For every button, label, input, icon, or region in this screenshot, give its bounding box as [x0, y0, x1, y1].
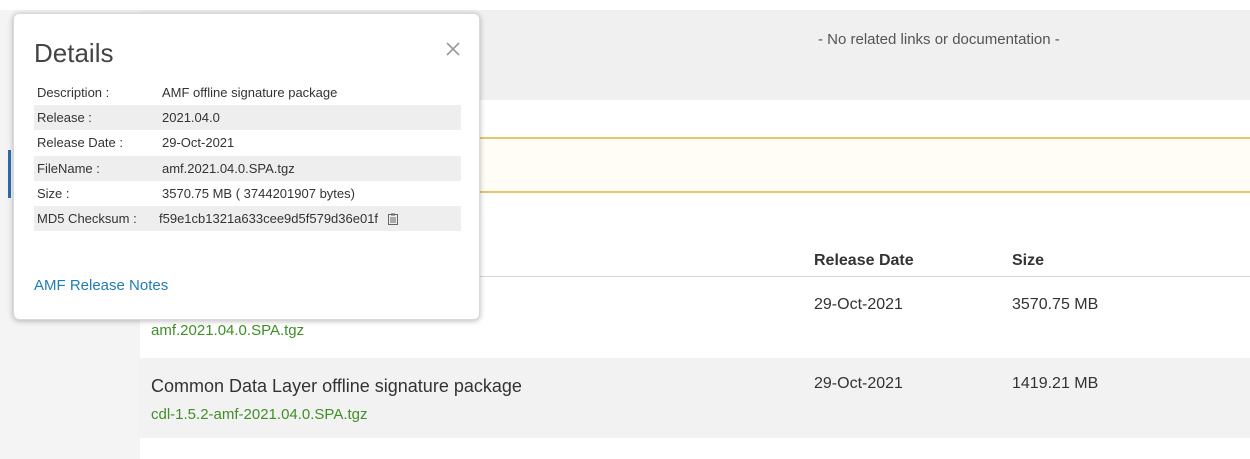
release-date-cell: 29-Oct-2021	[814, 296, 903, 313]
file-description: Common Data Layer offline signature pack…	[151, 376, 522, 396]
details-label: Release :	[34, 105, 159, 131]
file-name-link[interactable]: cdl-1.5.2-amf-2021.04.0.SPA.tgz	[151, 406, 368, 423]
details-value: 2021.04.0	[159, 105, 461, 131]
details-row-md5: MD5 Checksum : f59e1cb1321a633cee9d5f579…	[34, 205, 461, 232]
details-value: 3570.75 MB ( 3744201907 bytes)	[162, 185, 355, 201]
details-label: Release Date :	[37, 135, 123, 151]
details-value: AMF offline signature package	[162, 85, 338, 101]
column-header-size[interactable]: Size	[1012, 252, 1044, 270]
details-label: Description :	[37, 85, 110, 101]
details-label: FileName :	[34, 155, 159, 181]
table-row: Common Data Layer offline signature pack…	[137, 358, 1250, 438]
details-label: MD5 Checksum :	[34, 205, 159, 232]
close-icon[interactable]	[445, 38, 461, 62]
sidebar-active-indicator	[8, 150, 11, 198]
details-row-release: Release : 2021.04.0	[34, 105, 461, 131]
clipboard-icon[interactable]	[387, 213, 398, 226]
details-title: Details	[34, 38, 114, 68]
size-cell: 1419.21 MB	[1012, 375, 1099, 392]
details-value: amf.2021.04.0.SPA.tgz	[159, 155, 461, 181]
details-value: f59e1cb1321a633cee9d5f579d36e01f	[159, 211, 379, 227]
details-value: 29-Oct-2021	[162, 135, 235, 151]
details-row-size: Size : 3570.75 MB ( 3744201907 bytes)	[34, 181, 461, 206]
release-date-cell: 29-Oct-2021	[814, 375, 903, 392]
details-popover: Details Description : AMF offline signat…	[13, 13, 480, 320]
details-table: Description : AMF offline signature pack…	[34, 80, 461, 232]
details-md5-cell: f59e1cb1321a633cee9d5f579d36e01f	[159, 205, 461, 232]
related-links-empty: - No related links or documentation -	[818, 31, 1060, 48]
details-row-description: Description : AMF offline signature pack…	[34, 80, 461, 105]
column-header-release-date[interactable]: Release Date	[814, 252, 914, 270]
size-cell: 3570.75 MB	[1012, 296, 1099, 313]
details-row-filename: FileName : amf.2021.04.0.SPA.tgz	[34, 155, 461, 181]
details-label: Size :	[37, 185, 70, 201]
file-name-link[interactable]: amf.2021.04.0.SPA.tgz	[151, 322, 304, 339]
details-row-release-date: Release Date : 29-Oct-2021	[34, 130, 461, 155]
release-notes-link[interactable]: AMF Release Notes	[34, 277, 168, 294]
top-crop-edge	[0, 0, 1250, 10]
